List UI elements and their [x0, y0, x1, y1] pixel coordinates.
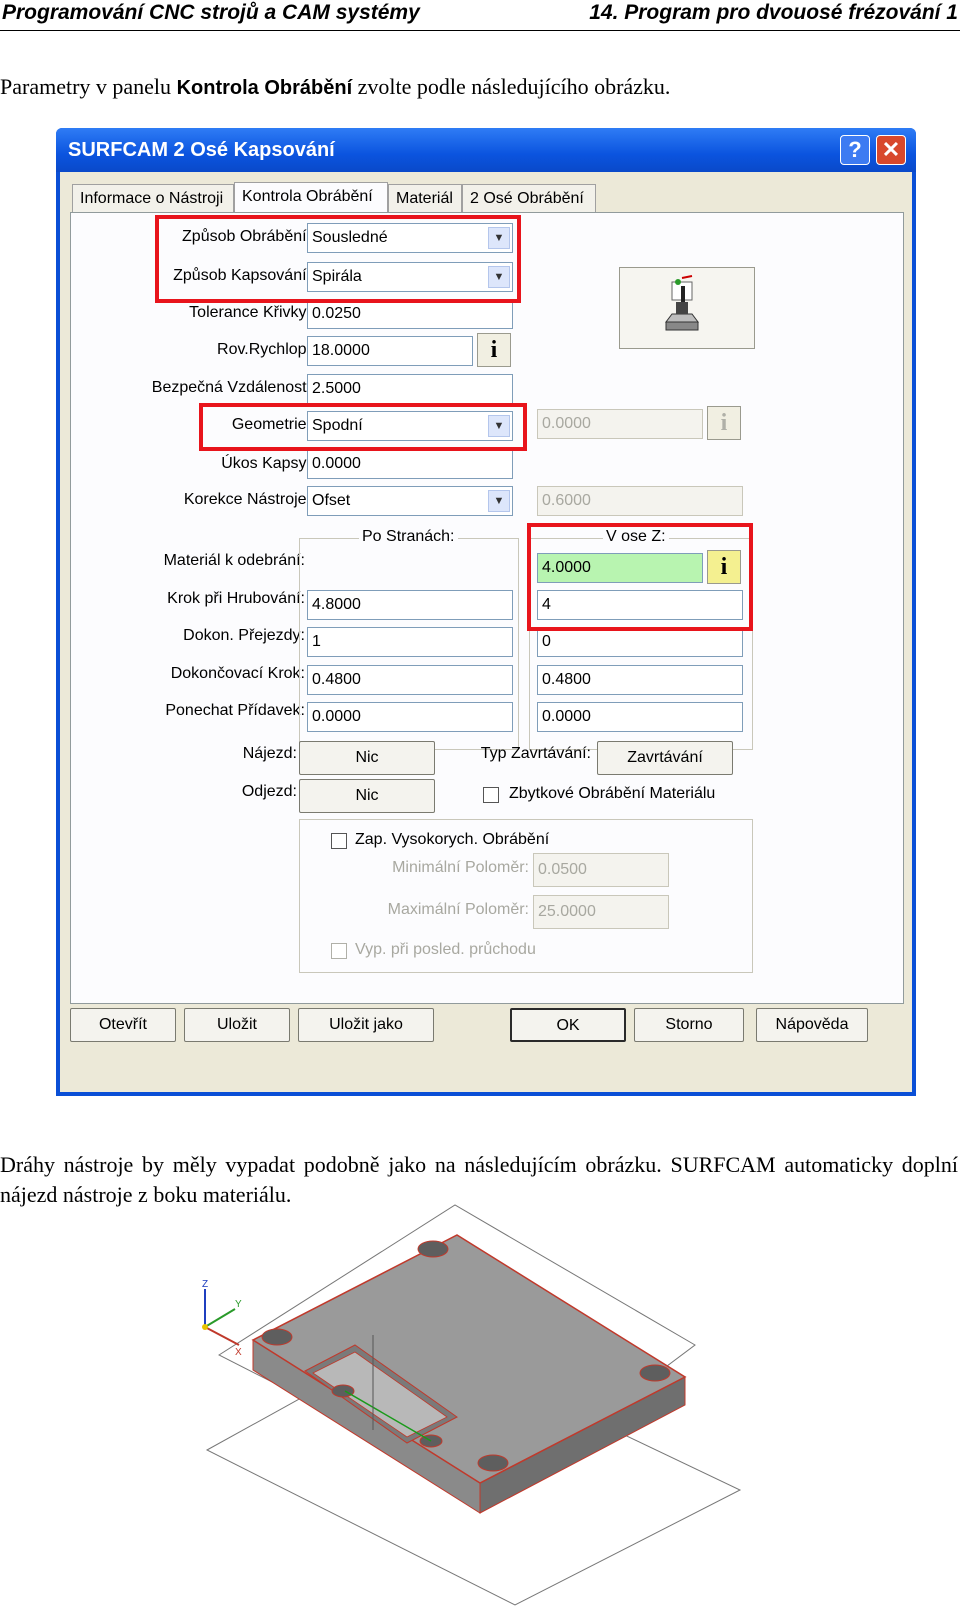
tool-preview-icon — [665, 275, 699, 331]
napoveda-button[interactable]: Nápověda — [756, 1008, 868, 1042]
highlight-geometrie — [199, 403, 527, 451]
z-ponechat-pridavek-input[interactable]: 0.0000 — [537, 702, 743, 732]
label-ponechat-pridavek: Ponechat Přídavek: — [165, 702, 305, 719]
najezd-button[interactable]: Nic — [299, 741, 435, 775]
vyp-posled-pruchodu-checkbox[interactable] — [331, 943, 347, 959]
x-axis-label: X — [235, 1347, 242, 1358]
label-maximalni-polomer: Maximální Poloměr: — [387, 901, 529, 918]
y-axis — [204, 1308, 236, 1328]
ulozit-button[interactable]: Uložit — [184, 1008, 290, 1042]
bezpecna-vzdalenost-input[interactable]: 2.5000 — [307, 374, 513, 404]
otevrit-button[interactable]: Otevřít — [70, 1008, 176, 1042]
header-chapter-title: 14. Program pro dvouosé frézování 1 — [589, 1, 958, 24]
intro-paragraph: Parametry v panelu Kontrola Obrábění zvo… — [0, 74, 670, 100]
ulozit-jako-button[interactable]: Uložit jako — [298, 1008, 434, 1042]
tab-2-ose-obrabeni[interactable]: 2 Osé Obrábění — [462, 184, 596, 212]
hole — [417, 1240, 449, 1258]
label-material-k-odebrani: Materiál k odebrání: — [163, 552, 305, 569]
highlight-zpusob — [155, 215, 521, 303]
y-axis-label: Y — [235, 1299, 242, 1310]
label-bezpecna-vzdalenost: Bezpečná Vzdálenost: — [151, 379, 311, 396]
label-typ-zavrtavani: Typ Zavrtávání: — [480, 745, 591, 762]
z-dokoncovaci-krok-input[interactable]: 0.4800 — [537, 665, 743, 695]
vysokorych-obrabeni-checkbox[interactable] — [331, 833, 347, 849]
side-dokon-prejezdy-input[interactable]: 1 — [307, 627, 513, 657]
geometrie-side-input[interactable]: 0.0000 — [537, 409, 703, 439]
hole — [639, 1364, 671, 1382]
intro-text-1: Parametry v panelu — [0, 74, 177, 99]
vysokorych-obrabeni-label: Zap. Vysokorych. Obrábění — [355, 831, 550, 848]
x-axis — [204, 1326, 240, 1346]
tab-kontrola-obrabeni[interactable]: Kontrola Obrábění — [234, 182, 388, 214]
korekce-nastroje-select[interactable]: Ofset ▼ — [307, 486, 513, 516]
label-dokon-prejezdy: Dokon. Přejezdy: — [183, 627, 305, 644]
korekce-side-input[interactable]: 0.6000 — [537, 486, 743, 516]
toolpath-3d-figure: Z Y X — [202, 1204, 742, 1606]
dialog-titlebar: SURFCAM 2 Osé Kapsování ? ✕ — [56, 128, 916, 172]
part-top-face — [251, 1234, 687, 1484]
label-rov-rychlop: Rov.Rychlop: — [217, 341, 311, 358]
zbytkove-obrabeni-checkbox[interactable] — [483, 787, 499, 803]
close-title-button[interactable]: ✕ — [876, 135, 906, 165]
minimalni-polomer-input[interactable]: 0.0500 — [533, 853, 669, 887]
tab-informace-o-nastroji[interactable]: Informace o Nástroji — [72, 184, 234, 212]
ok-button[interactable]: OK — [510, 1008, 626, 1042]
intro-panel-name: Kontrola Obrábění — [176, 77, 353, 99]
origin-marker — [202, 1324, 208, 1330]
hole — [331, 1384, 355, 1398]
label-minimalni-polomer: Minimální Poloměr: — [392, 859, 529, 876]
highlight-v-ose-z — [527, 523, 753, 631]
label-tolerance-krivky: Tolerance Křivky: — [189, 304, 311, 321]
label-najezd: Nájezd: — [242, 745, 297, 762]
header-course-title: Programování CNC strojů a CAM systémy — [2, 1, 420, 24]
page-header: Programování CNC strojů a CAM systémy 14… — [0, 0, 960, 31]
ukos-kapsy-input[interactable]: 0.0000 — [307, 449, 513, 479]
side-krok-hrubovani-input[interactable]: 4.8000 — [307, 590, 513, 620]
zavrtavani-button[interactable]: Zavrtávání — [597, 741, 733, 775]
korekce-nastroje-value: Ofset — [312, 492, 351, 509]
odjezd-button[interactable]: Nic — [299, 779, 435, 813]
dialog-title: SURFCAM 2 Osé Kapsování — [68, 139, 335, 161]
info-icon[interactable]: i — [477, 333, 511, 367]
po-stranach-caption: Po Stranách: — [359, 528, 458, 546]
zbytkove-obrabeni-label: Zbytkové Obrábění Materiálu — [509, 785, 716, 802]
tool-preview — [619, 267, 755, 349]
storno-button[interactable]: Storno — [634, 1008, 744, 1042]
hole — [477, 1454, 509, 1472]
side-dokoncovaci-krok-input[interactable]: 0.4800 — [307, 665, 513, 695]
surfcam-dialog: SURFCAM 2 Osé Kapsování ? ✕ Informace o … — [56, 128, 916, 1096]
hole — [261, 1328, 293, 1346]
help-title-button[interactable]: ? — [840, 135, 870, 165]
z-dokon-prejezdy-input[interactable]: 0 — [537, 627, 743, 657]
side-ponechat-pridavek-input[interactable]: 0.0000 — [307, 702, 513, 732]
intro-text-2: zvolte podle následujícího obrázku. — [352, 74, 671, 99]
rov-rychlop-input[interactable]: 18.0000 — [307, 336, 473, 366]
tolerance-krivky-input[interactable]: 0.0250 — [307, 299, 513, 329]
label-odjezd: Odjezd: — [241, 783, 297, 800]
chevron-down-icon[interactable]: ▼ — [488, 490, 510, 512]
label-dokoncovaci-krok: Dokončovací Krok: — [170, 665, 305, 682]
tab-material[interactable]: Materiál — [388, 184, 462, 212]
label-ukos-kapsy: Úkos Kapsy: — [221, 455, 311, 472]
z-axis-label: Z — [202, 1279, 208, 1290]
label-korekce-nastroje: Korekce Nástroje: — [183, 491, 311, 508]
label-krok-pri-hrubovani: Krok při Hrubování: — [167, 590, 305, 607]
dialog-client-area: Informace o Nástroji Kontrola Obrábění M… — [60, 172, 912, 1092]
vyp-posled-pruchodu-label: Vyp. při posled. průchodu — [355, 941, 536, 958]
maximalni-polomer-input[interactable]: 25.0000 — [533, 895, 669, 929]
kontrola-obrabeni-panel: Způsob Obrábění: Způsob Kapsování: Toler… — [70, 212, 904, 1004]
info-icon[interactable]: i — [707, 406, 741, 440]
